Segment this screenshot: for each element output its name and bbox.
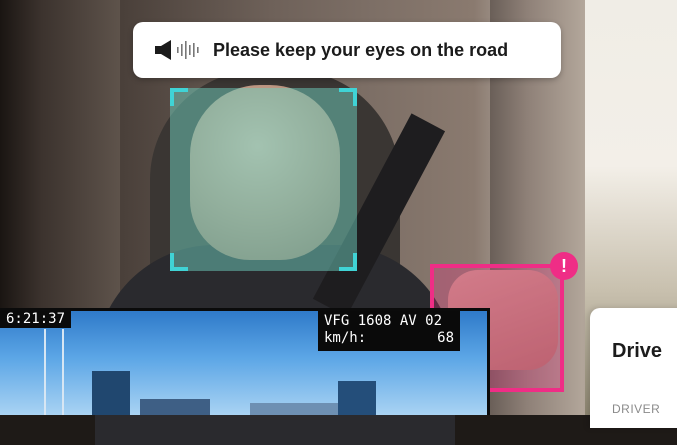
face-detection-box [170,88,357,271]
road-pole [62,329,64,415]
alert-message: Please keep your eyes on the road [213,39,509,60]
card-title: Drive [612,340,663,362]
face-box-corner [339,253,357,271]
speed-row: km/h: 68 [324,330,454,347]
driver-card[interactable]: Drive DRIVER [590,308,677,428]
speaker-icon [155,40,199,60]
face-box-corner [170,253,188,271]
dashcam-telemetry: VFG 1608 AV 02 km/h: 68 [318,311,460,351]
dashcam-feed: 6:21:37 VFG 1608 AV 02 km/h: 68 [0,308,490,415]
speed-label: km/h: [324,330,367,346]
road-sign [92,371,130,415]
roadside-building [338,381,376,415]
distraction-alert: Please keep your eyes on the road [133,22,561,78]
face-box-corner [339,88,357,106]
card-subtitle: DRIVER [612,402,661,416]
speed-value: 68 [437,330,454,346]
vehicle-id: VFG 1608 AV 02 [324,313,443,329]
roadside-building [250,403,340,415]
warning-icon: ! [550,252,578,280]
road-pole [44,329,46,415]
roadside-building [140,399,210,415]
face-box-corner [170,88,188,106]
dashcam-timestamp: 6:21:37 [0,311,72,328]
